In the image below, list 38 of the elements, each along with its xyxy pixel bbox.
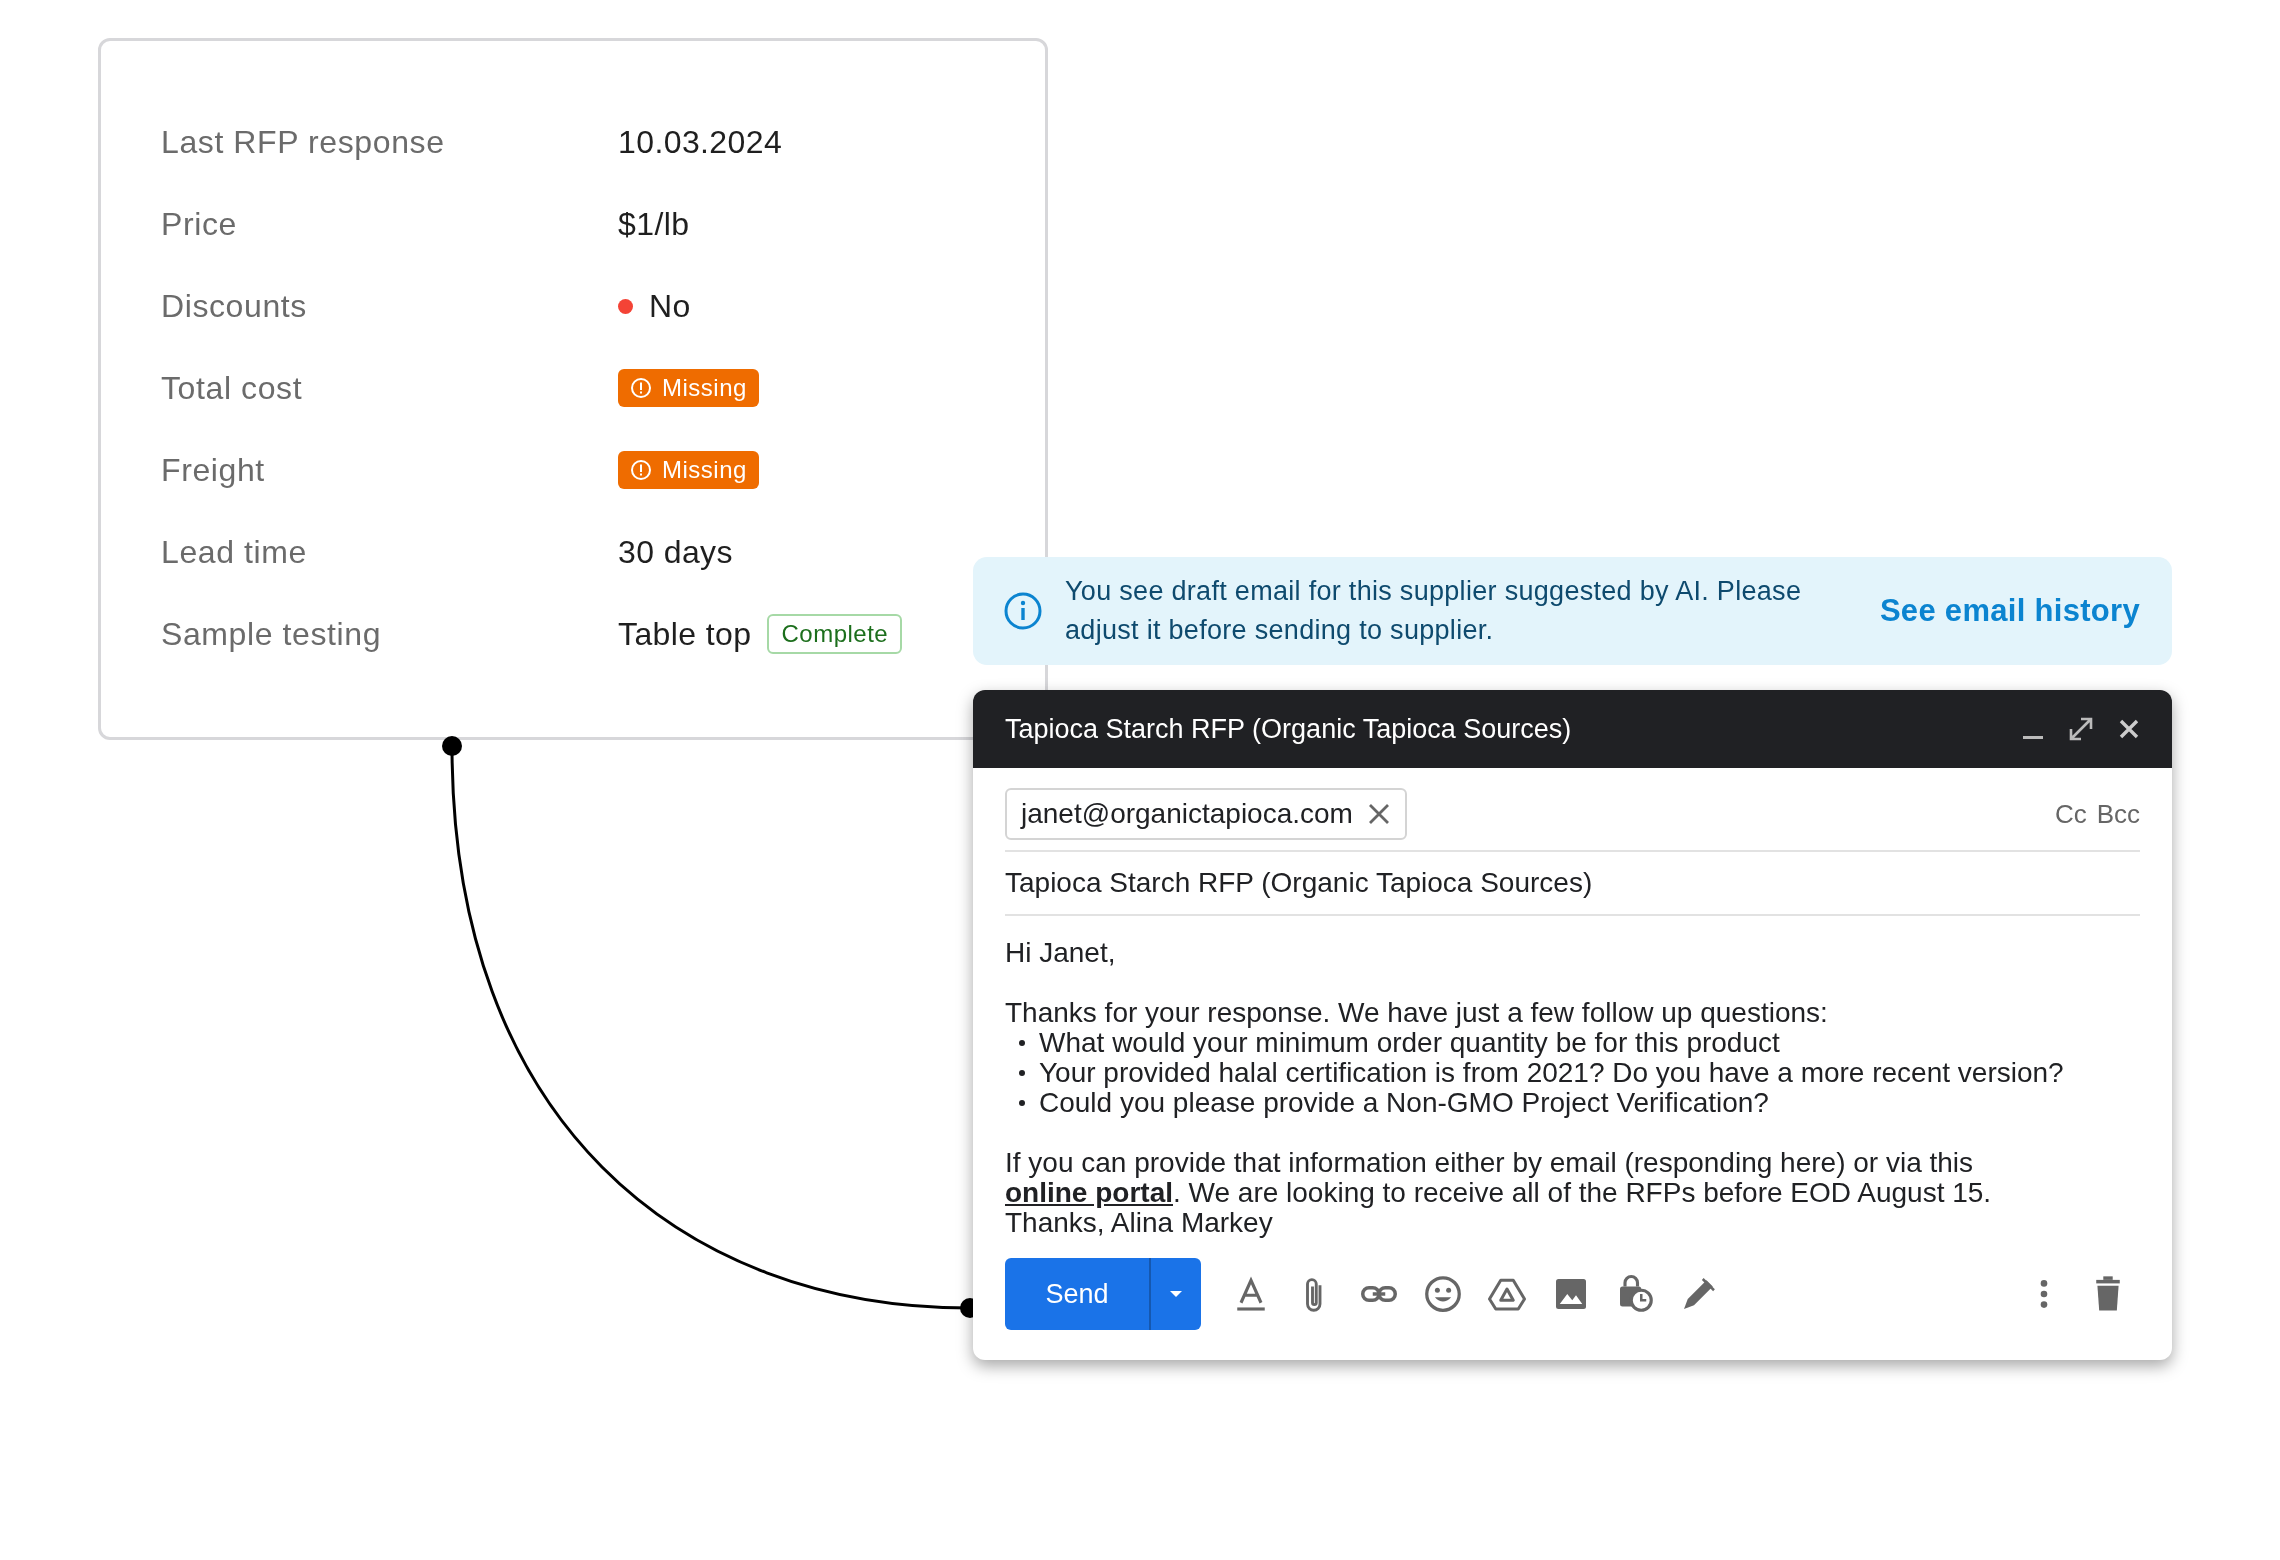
field-value: 30 days	[618, 533, 733, 571]
list-item: What would your minimum order quantity be for this product	[1039, 1028, 1780, 1058]
missing-badge: Missing	[618, 369, 759, 407]
list-item: Your provided halal certification is from 2021? Do you have a more recent version?	[1039, 1058, 2064, 1088]
send-button[interactable]: Send	[1005, 1258, 1149, 1330]
bullet-icon	[1019, 1100, 1025, 1106]
email-text: Thanks for your response. We have just a few follow up questions:	[1005, 998, 1829, 1028]
field-value: Table top	[618, 615, 752, 653]
emoji-icon[interactable]	[1423, 1274, 1463, 1314]
bullet-icon	[1019, 1070, 1025, 1076]
bullet-icon	[1019, 1040, 1025, 1046]
email-signature: Thanks, Alina Markey	[1005, 1208, 1274, 1238]
list-item: Could you please provide a Non-GMO Project Verification?	[1039, 1088, 1769, 1118]
missing-badge: Missing	[618, 451, 759, 489]
field-label: Lead time	[161, 533, 308, 571]
recipient-chip[interactable]: janet@organictapioca.com	[1005, 788, 1407, 840]
field-label: Freight	[161, 451, 266, 489]
email-paragraph: If you can provide that information either by email (responding here) or via this online portal. We are looking to receive all of the RFPs before EOD August 15.	[1005, 1148, 1993, 1208]
email-history-link[interactable]: See email history	[1879, 593, 2140, 629]
status-tag: Complete	[767, 614, 903, 654]
subject-field[interactable]: Tapioca Starch RFP (Organic Tapioca Sources)	[1005, 852, 2140, 916]
field-value: $1/lb	[618, 205, 690, 243]
email-greeting: Hi Janet,	[1005, 938, 1117, 968]
field-value: No	[649, 287, 691, 325]
portal-link[interactable]: online portal	[1005, 1177, 1173, 1208]
field-label: Last RFP response	[161, 123, 446, 161]
field-label: Price	[161, 205, 238, 243]
cc-link[interactable]: Cc	[2054, 798, 2087, 830]
caret-icon	[1168, 1289, 1184, 1299]
field-label: Total cost	[161, 369, 304, 407]
field-label: Sample testing	[161, 615, 383, 653]
info-icon	[1003, 591, 1043, 631]
remove-icon[interactable]	[1366, 802, 1391, 826]
field-label: Discounts	[161, 287, 308, 325]
banner-message: You see draft email for this supplier suggested by AI. Please adjust it before sending to supplier.	[1065, 575, 1803, 647]
bcc-link[interactable]: Bcc	[2096, 798, 2140, 830]
field-value: 10.03.2024	[618, 123, 783, 161]
window-title: Tapioca Starch RFP (Organic Tapioca Sources)	[1005, 713, 1573, 745]
